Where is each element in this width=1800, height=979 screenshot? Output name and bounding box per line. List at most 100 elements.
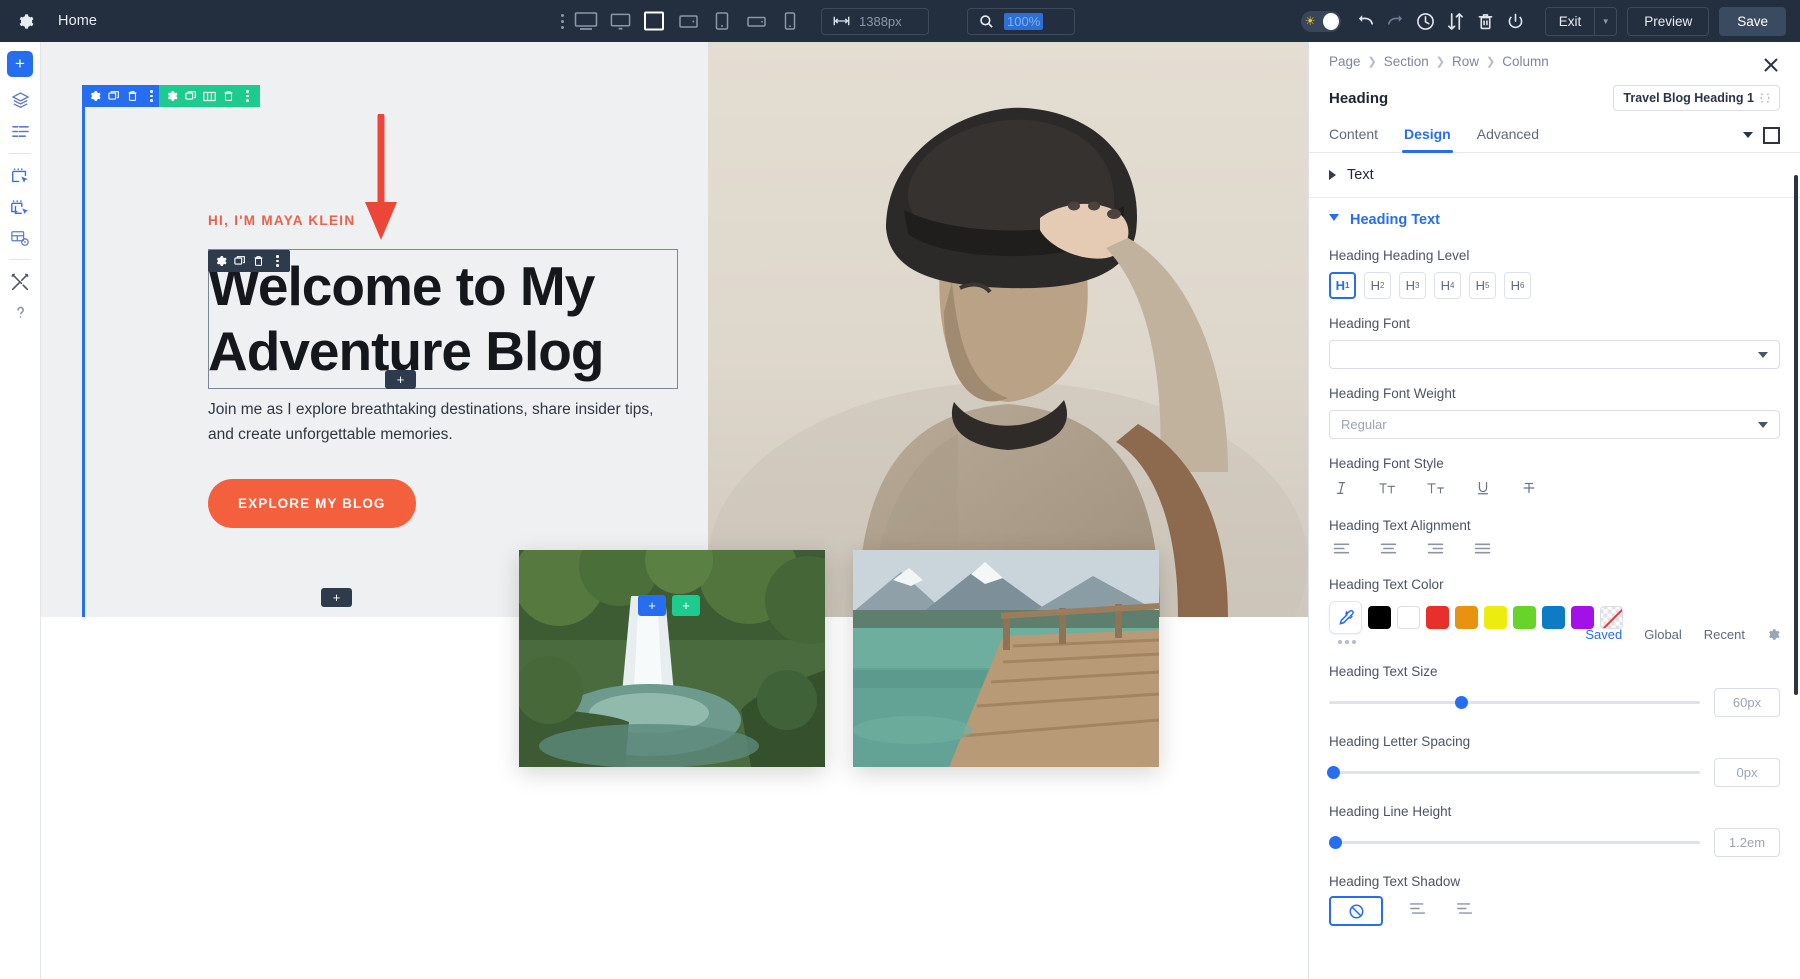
close-icon[interactable] [1760,54,1782,76]
line-height-slider[interactable] [1329,841,1700,844]
device-tablet-landscape[interactable] [671,6,705,36]
tab-design[interactable]: Design [1404,126,1451,152]
text-size-value[interactable]: 60px [1714,688,1780,717]
section-heading-text[interactable]: Heading Text [1309,198,1800,242]
color-tab-global[interactable]: Global [1644,627,1682,642]
color-swatch-orange[interactable] [1455,606,1478,629]
italic-icon[interactable] [1333,480,1349,501]
heading-level-h6[interactable]: H6 [1504,272,1531,299]
heading-level-h4[interactable]: H4 [1434,272,1461,299]
color-swatch-white[interactable] [1397,606,1420,629]
heading-toolbar[interactable] [208,250,290,272]
hero-heading[interactable]: Welcome to My Adventure Blog [208,254,688,384]
heading-level-h1[interactable]: H1 [1329,272,1356,299]
color-swatch-transparent[interactable] [1600,606,1623,629]
redo-icon[interactable] [1381,6,1411,36]
hero-image[interactable] [708,42,1308,617]
device-mobile-landscape[interactable] [739,6,773,36]
breadcrumb-section[interactable]: Section [1384,54,1429,69]
gallery-image-lake-dock[interactable] [853,550,1159,767]
trash-icon[interactable] [219,85,238,107]
heading-level-h3[interactable]: H3 [1399,272,1426,299]
explore-blog-button[interactable]: EXPLORE MY BLOG [208,479,416,528]
kebab-menu-icon[interactable] [268,250,287,272]
letter-spacing-slider[interactable] [1329,771,1700,774]
theme-toggle[interactable]: ☀ [1301,11,1341,32]
breadcrumb-row[interactable]: Row [1452,54,1479,69]
tab-advanced[interactable]: Advanced [1477,126,1539,152]
align-left-icon[interactable] [1333,542,1350,560]
underline-icon[interactable] [1475,480,1491,501]
add-below-heading-button[interactable]: + [385,370,416,389]
color-swatch-yellow[interactable] [1484,606,1507,629]
eyedropper-icon[interactable] [1329,601,1362,634]
undo-icon[interactable] [1351,6,1381,36]
section-toolbar[interactable] [82,85,164,107]
strikethrough-icon[interactable] [1521,480,1537,501]
history-icon[interactable] [1411,6,1441,36]
add-element-button[interactable]: + [7,51,33,77]
tools-icon[interactable] [3,266,37,297]
device-desktop[interactable] [603,6,637,36]
color-swatch-green[interactable] [1513,606,1536,629]
trash-icon[interactable] [123,85,142,107]
power-icon[interactable] [1501,6,1531,36]
color-swatch-black[interactable] [1368,606,1391,629]
preview-button[interactable]: Preview [1627,7,1709,36]
kebab-menu-icon[interactable] [555,9,569,33]
text-shadow-preset-1[interactable] [1409,900,1429,922]
kebab-menu-icon[interactable] [238,85,257,107]
gear-icon[interactable] [162,85,181,107]
add-module-button[interactable]: + [638,595,666,616]
select-element-icon[interactable] [3,160,37,191]
help-icon[interactable] [3,297,37,328]
sort-icon[interactable] [1441,6,1471,36]
preset-badge[interactable]: Travel Blog Heading 1 [1613,85,1780,111]
color-swatch-red[interactable] [1426,606,1449,629]
gallery-image-waterfall[interactable] [519,550,825,767]
uppercase-icon[interactable] [1379,480,1397,501]
zoom-field[interactable]: 100% [967,8,1075,35]
color-swatch-blue[interactable] [1542,606,1565,629]
more-colors-icon[interactable] [1338,640,1356,644]
row-toolbar[interactable] [159,85,260,107]
hero-subtext[interactable]: Join me as I explore breathtaking destin… [208,397,668,447]
color-tab-recent[interactable]: Recent [1704,627,1745,642]
section-text[interactable]: Text [1309,153,1800,198]
text-shadow-preset-2[interactable] [1455,900,1475,922]
text-size-slider[interactable] [1329,701,1700,704]
chevron-down-icon[interactable]: ▼ [1594,8,1616,35]
device-tablet-portrait[interactable] [705,6,739,36]
heading-font-weight-select[interactable]: Regular [1329,410,1780,439]
canvas-width-field[interactable]: 1388px [821,8,929,35]
heading-level-h2[interactable]: H2 [1364,272,1391,299]
panel-scrollbar[interactable] [1794,175,1798,695]
align-center-icon[interactable] [1380,542,1397,560]
gear-icon[interactable] [211,250,230,272]
exit-button[interactable]: Exit ▼ [1545,7,1618,36]
save-button[interactable]: Save [1719,7,1786,36]
color-swatch-purple[interactable] [1571,606,1594,629]
gear-icon[interactable] [14,10,36,32]
align-justify-icon[interactable] [1474,542,1491,560]
heading-font-select[interactable] [1329,340,1780,369]
chevron-down-icon[interactable] [1743,132,1753,138]
list-icon[interactable] [3,116,37,147]
text-shadow-none-option[interactable] [1329,896,1383,926]
letter-spacing-value[interactable]: 0px [1714,758,1780,787]
device-mobile-portrait[interactable] [773,6,807,36]
device-laptop[interactable] [637,6,671,36]
duplicate-icon[interactable] [181,85,200,107]
trash-icon[interactable] [1471,6,1501,36]
align-right-icon[interactable] [1427,542,1444,560]
color-tab-saved[interactable]: Saved [1585,627,1622,642]
hero-eyebrow[interactable]: HI, I'M MAYA KLEIN [208,213,355,228]
heading-level-h5[interactable]: H5 [1469,272,1496,299]
tab-content[interactable]: Content [1329,126,1378,152]
breadcrumb-column[interactable]: Column [1502,54,1549,69]
layers-icon[interactable] [3,85,37,116]
wireframe-icon[interactable] [3,222,37,253]
line-height-value[interactable]: 1.2em [1714,828,1780,857]
add-row-button[interactable]: + [672,595,700,616]
gear-icon[interactable] [85,85,104,107]
